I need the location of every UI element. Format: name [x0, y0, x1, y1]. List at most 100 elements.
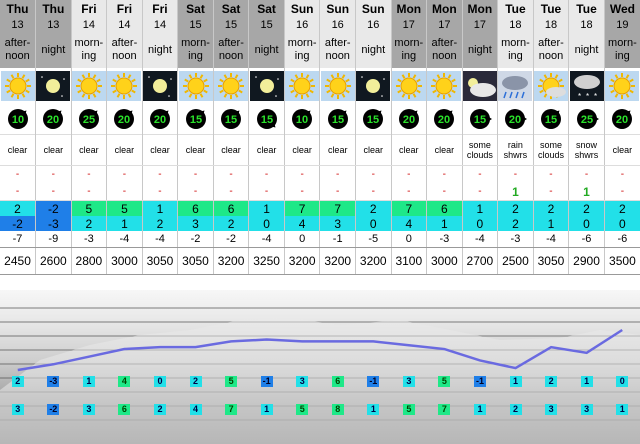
svg-text:20: 20	[154, 114, 166, 126]
min-temp-cell: -2	[0, 216, 37, 231]
chart-max-label: -1	[474, 376, 486, 387]
description-cell: clear	[355, 134, 392, 166]
min-temp-cell: 4	[391, 216, 428, 231]
max-temp-cell: 7	[391, 200, 428, 216]
min-temp-cell: 1	[106, 216, 143, 231]
max-temp-row: 2 -2 5 5 1 6 6 1 7 7 2 7 6 1 2 2 2 2	[0, 200, 640, 216]
max-temp-cell: 7	[284, 200, 321, 216]
max-temp-cell: 6	[177, 200, 214, 216]
wind-chill-cell: -3	[497, 231, 534, 248]
day-cell: Sun	[284, 0, 321, 17]
freezing-level-cell: 3200	[213, 247, 250, 275]
date-cell: 17	[426, 17, 463, 32]
description-cell: clear	[391, 134, 428, 166]
day-cell: Sun	[355, 0, 392, 17]
svg-text:20: 20	[118, 114, 130, 126]
chart-max-label: 2	[545, 376, 558, 387]
max-temp-cell: 5	[71, 200, 108, 216]
max-temp-cell: 2	[0, 200, 37, 216]
period-cell: after-noon	[213, 32, 250, 68]
period-cell: morn-ing	[284, 32, 321, 68]
svg-text:15: 15	[367, 114, 379, 126]
chart-max-label: 0	[616, 376, 629, 387]
weather-icon	[284, 68, 321, 104]
day-cell: Fri	[71, 0, 108, 17]
chart-min-label: 5	[402, 404, 415, 415]
freezing-level-chart: 2 3 -3 -2 1 3 4 6 0 2 2 4 5 7 -1 1 3 5 6 8 -1 1 3 5 5 7 -1 1 1 2 2 3 1 3 0…	[0, 290, 640, 444]
rain-cell: -	[177, 165, 214, 183]
snow-cell: -	[0, 183, 37, 201]
svg-text:20: 20	[403, 114, 415, 126]
description-cell: clear	[0, 134, 37, 166]
wind-icon: 15	[248, 104, 285, 135]
min-temp-cell: 3	[177, 216, 214, 231]
freezing-level-cell: 3050	[533, 247, 570, 275]
rain-cell: -	[497, 165, 534, 183]
wind-icon: 15	[462, 104, 499, 135]
day-cell: Fri	[142, 0, 179, 17]
svg-text:10: 10	[11, 114, 23, 126]
rain-row: ------------------	[0, 165, 640, 183]
rain-cell: -	[248, 165, 285, 183]
date-cell: 18	[533, 17, 570, 32]
weather-icon	[604, 68, 640, 104]
description-cell: clear	[284, 134, 321, 166]
weather-icon	[142, 68, 179, 104]
period-cell: night	[462, 32, 499, 68]
svg-text:25: 25	[83, 114, 95, 126]
chart-min-label: 2	[154, 404, 166, 415]
svg-text:20: 20	[47, 114, 59, 126]
snow-cell: -	[391, 183, 428, 201]
max-temp-cell: 6	[426, 200, 463, 216]
rain-cell: -	[568, 165, 605, 183]
min-temp-cell: 4	[284, 216, 321, 231]
min-temp-cell: 0	[355, 216, 392, 231]
day-cell: Mon	[462, 0, 499, 17]
freezing-level-cell: 3250	[248, 247, 285, 275]
max-temp-cell: 6	[213, 200, 250, 216]
wind-icon: 10 20 25 20 20 15 15 15 10 15 15 20 20 15 20 15 25 20	[0, 104, 640, 135]
max-temp-cell: 7	[319, 200, 356, 216]
svg-text:*: *	[594, 92, 597, 101]
chart-max-label: 6	[331, 376, 344, 387]
rain-cell: -	[355, 165, 392, 183]
min-temp-cell: 0	[462, 216, 499, 231]
chart-max-label: -1	[367, 376, 380, 387]
wind-chill-cell: -2	[213, 231, 250, 248]
wind-icon: 15	[355, 104, 392, 135]
chart-min-label: 6	[118, 404, 131, 415]
wind-icon: 20	[426, 104, 463, 135]
rain-cell: -	[106, 165, 143, 183]
wind-icon: 20	[391, 104, 428, 135]
period-cell: after-noon	[106, 32, 143, 68]
wind-icon: 20	[497, 104, 534, 135]
description-cell: clear	[106, 134, 143, 166]
description-cell: clear	[319, 134, 356, 166]
chart-max-label: 2	[189, 376, 202, 387]
date-cell: 16	[284, 17, 321, 32]
description-row: clear clear clear clear clear clear clear clear…	[0, 134, 640, 166]
weather-icon	[0, 68, 37, 104]
weather-icon: * * *	[568, 68, 605, 104]
snow-cell: -	[248, 183, 285, 201]
day-cell: Thu	[0, 0, 37, 17]
freezing-level-cell: 2900	[568, 247, 605, 275]
wind-icon: 20	[142, 104, 179, 135]
svg-text:15: 15	[545, 114, 557, 126]
wind-chill-cell: -4	[142, 231, 179, 248]
weather-icon	[391, 68, 428, 104]
snow-cell: -	[604, 183, 640, 201]
chart-min-label: 1	[474, 404, 486, 415]
date-cell: 14	[106, 17, 143, 32]
chart-max-label: 4	[118, 376, 131, 387]
rain-cell: -	[142, 165, 179, 183]
date-cell: 17	[391, 17, 428, 32]
weather-icon	[319, 68, 356, 104]
snow-cell: -	[213, 183, 250, 201]
period-cell: night	[248, 32, 285, 68]
period-cell: morn-ing	[391, 32, 428, 68]
wind-chill-cell: 0	[391, 231, 428, 248]
snow-cell: -	[142, 183, 179, 201]
day-cell: Wed	[604, 0, 640, 17]
snow-cell: 1	[568, 183, 605, 201]
